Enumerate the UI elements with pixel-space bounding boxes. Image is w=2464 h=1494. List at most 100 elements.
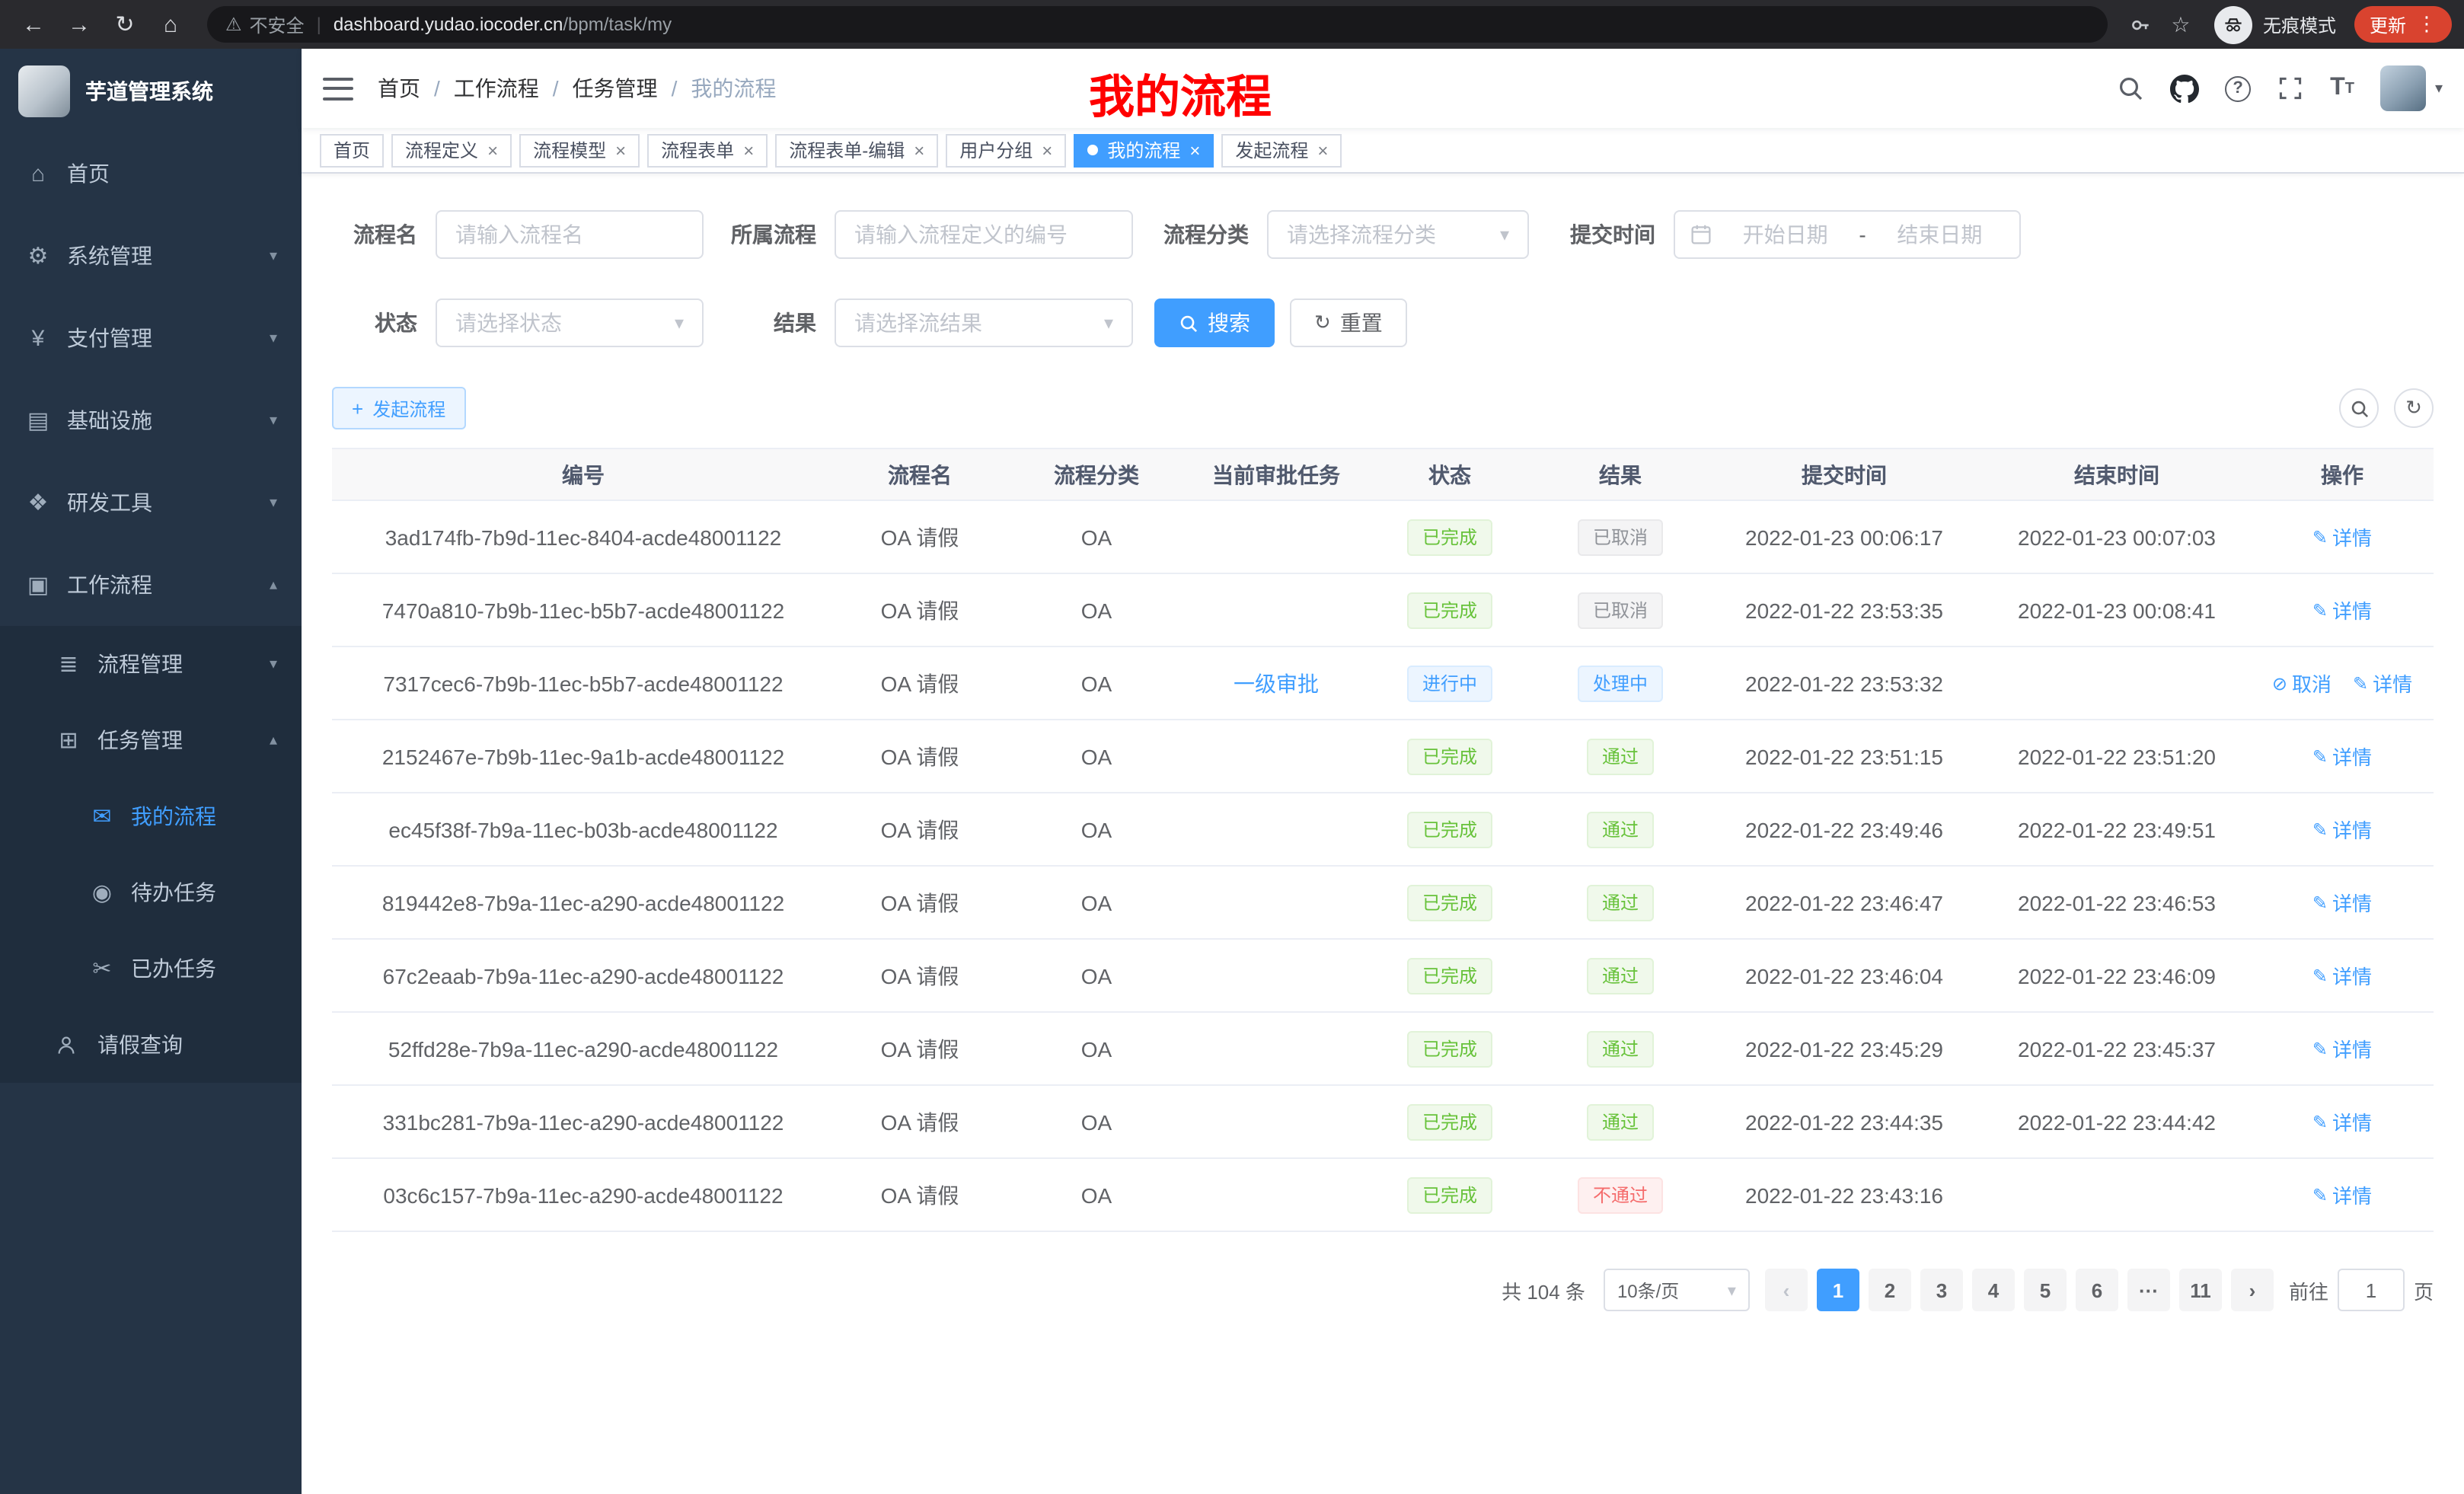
page-jumper: 前往 页 bbox=[2289, 1269, 2434, 1311]
detail-link[interactable]: ✎详情 bbox=[2312, 522, 2372, 551]
page-button-5[interactable]: 5 bbox=[2024, 1269, 2067, 1311]
sidebar-item-system[interactable]: ⚙ 系统管理 ▾ bbox=[0, 215, 302, 297]
page-button-11[interactable]: 11 bbox=[2179, 1269, 2222, 1311]
refresh-table-button[interactable]: ↻ bbox=[2394, 388, 2434, 428]
detail-link[interactable]: ✎详情 bbox=[2312, 888, 2372, 917]
tab-process-form-edit[interactable]: 流程表单-编辑 × bbox=[775, 133, 938, 167]
bookmark-star-icon[interactable]: ☆ bbox=[2162, 11, 2199, 37]
breadcrumb-task-mgmt[interactable]: 任务管理 bbox=[573, 73, 658, 104]
next-page-button[interactable]: › bbox=[2231, 1269, 2274, 1311]
tab-close-icon[interactable]: × bbox=[1189, 139, 1200, 161]
reset-button[interactable]: ↻ 重置 bbox=[1290, 298, 1407, 347]
sidebar-item-todo-tasks[interactable]: ◉ 待办任务 bbox=[0, 854, 302, 931]
sidebar-item-process-mgmt[interactable]: ≣ 流程管理 ▾ bbox=[0, 626, 302, 702]
address-bar[interactable]: ⚠ 不安全 | dashboard.yudao.iocoder.cn/bpm/t… bbox=[207, 6, 2108, 43]
security-label[interactable]: 不安全 bbox=[250, 11, 305, 37]
detail-link[interactable]: ✎详情 bbox=[2312, 1180, 2372, 1209]
help-icon[interactable]: ? bbox=[2225, 75, 2251, 101]
detail-link[interactable]: ✎详情 bbox=[2312, 742, 2372, 771]
process-name-input[interactable] bbox=[436, 210, 704, 259]
detail-link[interactable]: ✎详情 bbox=[2312, 1107, 2372, 1136]
sidebar-item-done-tasks[interactable]: ✂ 已办任务 bbox=[0, 931, 302, 1007]
browser-forward-button[interactable]: → bbox=[58, 3, 101, 46]
show-search-button[interactable] bbox=[2339, 388, 2379, 428]
table-row: 819442e8-7b9a-11ec-a290-acde48001122 OA … bbox=[332, 866, 2434, 939]
tab-process-model[interactable]: 流程模型 × bbox=[519, 133, 640, 167]
tab-process-definition[interactable]: 流程定义 × bbox=[391, 133, 512, 167]
submit-time-range-picker[interactable]: 开始日期 - 结束日期 bbox=[1674, 210, 2021, 259]
prev-page-button[interactable]: ‹ bbox=[1765, 1269, 1808, 1311]
detail-link[interactable]: ✎详情 bbox=[2312, 1034, 2372, 1063]
edit-icon: ✎ bbox=[2312, 526, 2328, 547]
page-button-4[interactable]: 4 bbox=[1972, 1269, 2015, 1311]
user-avatar[interactable]: ▾ bbox=[2380, 65, 2443, 111]
browser-back-button[interactable]: ← bbox=[12, 3, 55, 46]
current-task-link[interactable]: 一级审批 bbox=[1234, 671, 1319, 695]
breadcrumb-home[interactable]: 首页 bbox=[378, 73, 420, 104]
page-button-2[interactable]: 2 bbox=[1869, 1269, 1911, 1311]
browser-toolbar: ← → ↻ ⌂ ⚠ 不安全 | dashboard.yudao.iocoder.… bbox=[0, 0, 2464, 49]
sidebar-item-task-mgmt[interactable]: ⊞ 任务管理 ▴ bbox=[0, 702, 302, 778]
tab-process-form[interactable]: 流程表单 × bbox=[647, 133, 768, 167]
sidebar-item-payment[interactable]: ¥ 支付管理 ▾ bbox=[0, 297, 302, 379]
browser-reload-button[interactable]: ↻ bbox=[104, 3, 146, 46]
sidebar-item-workflow[interactable]: ▣ 工作流程 ▴ bbox=[0, 544, 302, 626]
screen: ← → ↻ ⌂ ⚠ 不安全 | dashboard.yudao.iocoder.… bbox=[0, 0, 2464, 1494]
create-process-button[interactable]: + 发起流程 bbox=[332, 387, 465, 429]
pagination-total: 共 104 条 bbox=[1502, 1275, 1585, 1304]
sidebar-item-my-process[interactable]: ✉ 我的流程 bbox=[0, 778, 302, 854]
fullscreen-icon[interactable] bbox=[2277, 75, 2304, 102]
tab-close-icon[interactable]: × bbox=[1317, 139, 1328, 161]
page-url[interactable]: dashboard.yudao.iocoder.cn/bpm/task/my bbox=[334, 14, 672, 35]
cell-current-task bbox=[1188, 1158, 1364, 1231]
font-size-icon[interactable]: TT bbox=[2330, 75, 2354, 102]
tasks-icon: ⊞ bbox=[55, 726, 82, 754]
date-separator: - bbox=[1859, 222, 1866, 247]
tab-close-icon[interactable]: × bbox=[487, 139, 498, 161]
table-header-row: 编号 流程名 流程分类 当前审批任务 状态 结果 提交时间 结束时间 操作 bbox=[332, 449, 2434, 500]
goto-page-input[interactable] bbox=[2338, 1269, 2405, 1311]
sidebar-item-devtools[interactable]: ❖ 研发工具 ▾ bbox=[0, 461, 302, 544]
tab-user-group[interactable]: 用户分组 × bbox=[946, 133, 1066, 167]
detail-link[interactable]: ✎详情 bbox=[2312, 961, 2372, 990]
sidebar-item-infrastructure[interactable]: ▤ 基础设施 ▾ bbox=[0, 379, 302, 461]
tab-home[interactable]: 首页 bbox=[320, 133, 384, 167]
server-icon: ▤ bbox=[24, 407, 52, 434]
col-result: 结果 bbox=[1535, 449, 1706, 500]
browser-home-button[interactable]: ⌂ bbox=[149, 3, 192, 46]
detail-link[interactable]: ✎详情 bbox=[2312, 595, 2372, 624]
chat-icon: ✉ bbox=[88, 803, 116, 830]
status-select[interactable]: 请选择状态 ▾ bbox=[436, 298, 704, 347]
tab-close-icon[interactable]: × bbox=[1042, 139, 1052, 161]
sidebar-item-home[interactable]: ⌂ 首页 bbox=[0, 132, 302, 215]
search-button[interactable]: 搜索 bbox=[1154, 298, 1275, 347]
tab-close-icon[interactable]: × bbox=[743, 139, 754, 161]
tab-start-process[interactable]: 发起流程 × bbox=[1221, 133, 1342, 167]
detail-link[interactable]: ✎详情 bbox=[2312, 815, 2372, 844]
update-button[interactable]: 更新 ⋮ bbox=[2354, 6, 2452, 43]
sidebar-item-leave-query[interactable]: 请假查询 bbox=[0, 1007, 302, 1083]
key-icon[interactable] bbox=[2123, 13, 2159, 36]
cancel-link[interactable]: ⊘取消 bbox=[2272, 669, 2332, 698]
breadcrumb-workflow[interactable]: 工作流程 bbox=[454, 73, 539, 104]
detail-link[interactable]: ✎详情 bbox=[2353, 669, 2412, 698]
cell-category: OA bbox=[1005, 939, 1188, 1012]
github-icon[interactable] bbox=[2170, 74, 2199, 103]
page-button-6[interactable]: 6 bbox=[2076, 1269, 2118, 1311]
tab-close-icon[interactable]: × bbox=[914, 139, 924, 161]
category-select[interactable]: 请选择流程分类 ▾ bbox=[1267, 210, 1529, 259]
table-row: 3ad174fb-7b9d-11ec-8404-acde48001122 OA … bbox=[332, 500, 2434, 573]
page-size-select[interactable]: 10条/页 ▾ bbox=[1604, 1269, 1750, 1311]
more-pages-button[interactable]: ··· bbox=[2127, 1269, 2170, 1311]
search-icon[interactable] bbox=[2117, 75, 2144, 102]
process-def-input[interactable] bbox=[835, 210, 1133, 259]
chevron-down-icon: ▾ bbox=[1728, 1280, 1736, 1300]
cell-end-time bbox=[1983, 1158, 2251, 1231]
page-button-3[interactable]: 3 bbox=[1920, 1269, 1963, 1311]
page-button-1[interactable]: 1 bbox=[1817, 1269, 1859, 1311]
browser-menu-icon[interactable]: ⋮ bbox=[2417, 12, 2437, 37]
sidebar-collapse-icon[interactable] bbox=[323, 77, 353, 100]
result-select[interactable]: 请选择流结果 ▾ bbox=[835, 298, 1133, 347]
tab-my-process[interactable]: 我的流程 × bbox=[1074, 133, 1214, 167]
tab-close-icon[interactable]: × bbox=[615, 139, 626, 161]
